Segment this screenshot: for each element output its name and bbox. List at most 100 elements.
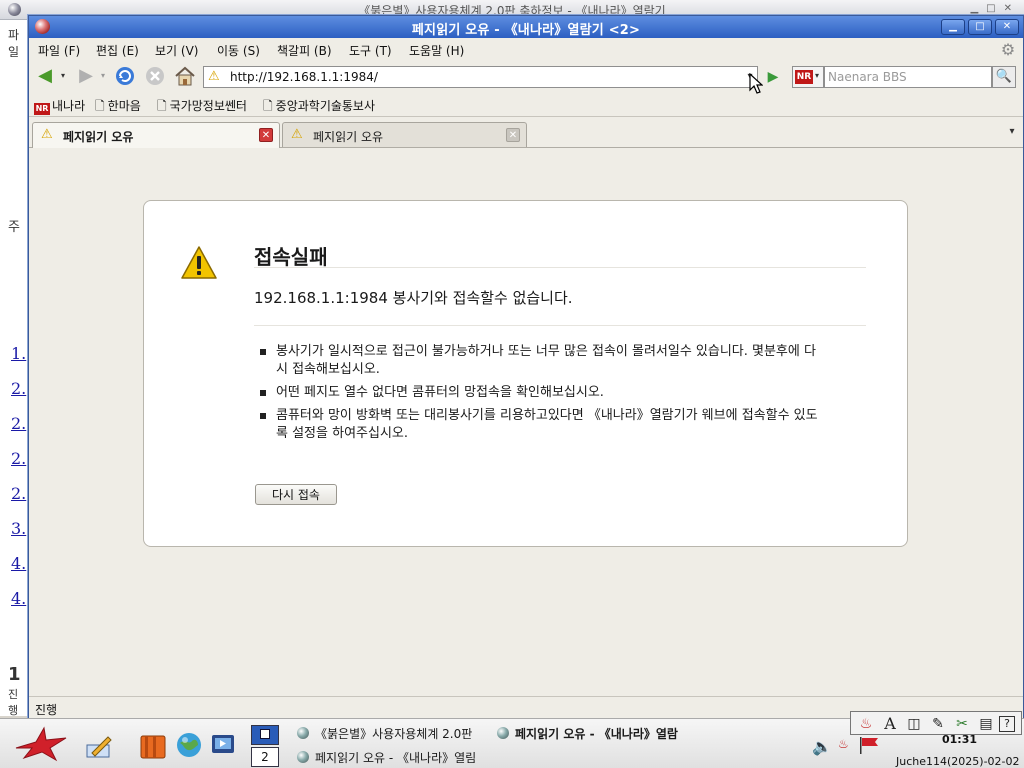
ime-tools-icon[interactable]: ✂ <box>953 715 971 733</box>
tab-close-icon[interactable]: ✕ <box>259 128 273 142</box>
background-link[interactable]: 2. <box>11 484 26 503</box>
back-arrow-icon[interactable]: ◀ <box>32 65 58 89</box>
naenara-logo-icon: NR <box>795 70 813 84</box>
bookmark-label: 중앙과학기술통보사 <box>275 99 376 113</box>
date: Juche114(2025)-02-02 <box>896 755 1020 768</box>
bookmark-label: 국가망정보쎈터 <box>169 99 247 113</box>
tab-strip: ⚠ 페지읽기 오유 ✕ ⚠ 페지읽기 오유 ✕ ▾ <box>29 118 1023 148</box>
ime-logo-icon[interactable]: ♨ <box>857 715 875 733</box>
background-link[interactable]: 2. <box>11 379 26 398</box>
clock: 01:31 <box>942 733 978 746</box>
workspace-pager-2[interactable]: 2 <box>251 747 279 767</box>
bookmarks-toolbar: NR 내나라 🗋 한마음 🗋 국가망정보쎈터 🗋 중앙과학기술통보사 <box>29 93 1023 117</box>
error-suggestions-list: 봉사기가 일시적으로 접근이 불가능하거나 또는 너무 많은 접속이 몰려서일수… <box>260 343 820 448</box>
background-link[interactable]: 4. <box>11 589 26 608</box>
file-manager-icon[interactable] <box>138 731 166 759</box>
navigation-toolbar: ◀ ▾ ▶ ▾ ⚠ http://192.168.1.1:1984/ ▾ ▶ N… <box>29 62 1023 92</box>
bookmark-national-network-center[interactable]: 🗋 국가망정보쎈터 <box>157 97 247 118</box>
search-engine-selector[interactable]: NR ▾ <box>792 66 824 88</box>
menu-file[interactable]: 파일 (F) <box>38 42 80 59</box>
taskbar-task-browser-2[interactable]: 페지읽기 오유 - 《내나라》열림 <box>297 749 487 768</box>
background-text-fragment: 주 <box>8 220 20 235</box>
back-history-dropdown[interactable]: ▾ <box>59 65 67 89</box>
ime-layout-icon[interactable]: ◫ <box>905 715 923 733</box>
editor-pencil-icon[interactable] <box>84 731 112 759</box>
menu-bar: 파일 (F) 편집 (E) 보기 (V) 이동 (S) 책갈피 (B) 도구 (… <box>29 38 1023 62</box>
tab-error-active[interactable]: ⚠ 페지읽기 오유 ✕ <box>32 122 280 148</box>
ime-help-icon[interactable]: ? <box>999 716 1015 732</box>
bookmark-hanmaeum[interactable]: 🗋 한마음 <box>95 97 141 118</box>
browser-window: 페지읽기 오유 - 《내나라》열람기 <2> ▁ □ ✕ 파일 (F) 편집 (… <box>28 15 1024 719</box>
reload-icon[interactable] <box>113 65 137 89</box>
ime-font-icon[interactable]: A <box>881 715 899 733</box>
page-icon: 🗋 <box>95 99 105 113</box>
menu-bookmarks[interactable]: 책갈피 (B) <box>277 42 332 59</box>
divider <box>254 267 866 268</box>
bookmark-label: 한마음 <box>107 99 141 113</box>
tab-close-icon[interactable]: ✕ <box>506 128 520 142</box>
menu-help[interactable]: 도움말 (H) <box>409 42 464 59</box>
search-icon[interactable]: 🔍 <box>992 66 1016 88</box>
retry-button[interactable]: 다시 접속 <box>255 484 337 505</box>
ime-edit-icon[interactable]: ✎ <box>929 715 947 733</box>
background-link[interactable]: 4. <box>11 554 26 573</box>
list-item: 봉사기가 일시적으로 접근이 불가능하거나 또는 너무 많은 접속이 몰려서일수… <box>260 343 820 379</box>
list-item: 어떤 페지도 열수 없다면 콤퓨터의 망접속을 확인해보십시오. <box>260 384 820 402</box>
url-text: http://192.168.1.1:1984/ <box>230 70 378 84</box>
workspace-pager-current[interactable] <box>251 725 279 745</box>
home-icon[interactable] <box>172 65 198 89</box>
task-label: 《붉은별》사용자용체계 2.0판 <box>315 727 473 741</box>
warning-icon: ⚠ <box>291 127 303 142</box>
naenara-logo-icon: NR <box>34 103 50 115</box>
background-window-content: 파일 주 1. 2. 2. 2. 2. 3. 4. 4. 1 진행 <box>0 20 28 716</box>
flag-icon[interactable] <box>858 735 882 755</box>
minimize-button[interactable]: ▁ <box>941 19 965 35</box>
suggestion-text: 어떤 페지도 열수 없다면 콤퓨터의 망접속을 확인해보십시오. <box>276 385 604 400</box>
tab-label: 페지읽기 오유 <box>313 130 384 144</box>
chevron-down-icon: ▾ <box>815 71 820 80</box>
bullet <box>260 413 266 419</box>
ime-status-icon[interactable]: ♨ <box>838 737 852 751</box>
close-button[interactable]: ✕ <box>995 19 1019 35</box>
background-link[interactable]: 3. <box>11 519 26 538</box>
tab-list-chevron-down-icon[interactable]: ▾ <box>1005 126 1019 142</box>
bullet <box>260 349 266 355</box>
maximize-button[interactable]: □ <box>968 19 992 35</box>
background-status: 진행 <box>8 688 19 716</box>
warning-icon <box>180 245 218 284</box>
bookmark-naenara[interactable]: NR 내나라 <box>34 97 85 115</box>
task-label: 페지읽기 오유 - 《내나라》열림 <box>315 751 477 765</box>
forward-history-dropdown[interactable]: ▾ <box>99 65 107 89</box>
media-player-icon[interactable] <box>209 731 237 759</box>
bookmark-central-science-news[interactable]: 🗋 중앙과학기술통보사 <box>263 97 375 118</box>
window-titlebar[interactable]: 페지읽기 오유 - 《내나라》열람기 <2> ▁ □ ✕ <box>29 16 1023 38</box>
app-icon <box>297 751 309 763</box>
divider <box>254 325 866 326</box>
background-link[interactable]: 2. <box>11 414 26 433</box>
url-bar[interactable]: ⚠ http://192.168.1.1:1984/ <box>203 66 758 88</box>
ime-clipboard-icon[interactable]: ▤ <box>977 715 995 733</box>
menu-go[interactable]: 이동 (S) <box>217 42 260 59</box>
menu-tools[interactable]: 도구 (T) <box>349 42 392 59</box>
background-menu-file[interactable]: 파일 <box>8 26 27 60</box>
taskbar-task-redstar-info[interactable]: 《붉은별》사용자용체계 2.0판 <box>297 725 487 745</box>
search-input[interactable] <box>824 66 992 88</box>
browser-globe-icon[interactable] <box>175 731 203 759</box>
tab-error-inactive[interactable]: ⚠ 페지읽기 오유 ✕ <box>282 122 527 147</box>
task-label: 페지읽기 오유 - 《내나라》열람 <box>515 727 678 741</box>
background-window-controls[interactable]: ▁□✕ <box>970 3 1020 14</box>
menu-view[interactable]: 보기 (V) <box>155 42 198 59</box>
taskbar-task-browser-active[interactable]: 페지읽기 오유 - 《내나라》열람 <box>497 725 687 745</box>
volume-icon[interactable]: 🔈 <box>812 737 832 756</box>
warning-icon: ⚠ <box>41 127 53 142</box>
page-icon: 🗋 <box>157 99 167 113</box>
bookmark-label: 내나라 <box>52 99 86 113</box>
menu-edit[interactable]: 편집 (E) <box>96 42 139 59</box>
start-menu-star-icon[interactable] <box>10 724 68 764</box>
go-arrow-icon[interactable]: ▶ <box>763 67 783 87</box>
error-panel: 접속실패 192.168.1.1:1984 봉사기와 접속할수 없습니다. 봉사… <box>143 200 908 547</box>
background-link[interactable]: 1. <box>11 344 26 363</box>
forward-arrow-icon[interactable]: ▶ <box>73 65 99 89</box>
stop-icon[interactable] <box>143 65 167 89</box>
background-link[interactable]: 2. <box>11 449 26 468</box>
